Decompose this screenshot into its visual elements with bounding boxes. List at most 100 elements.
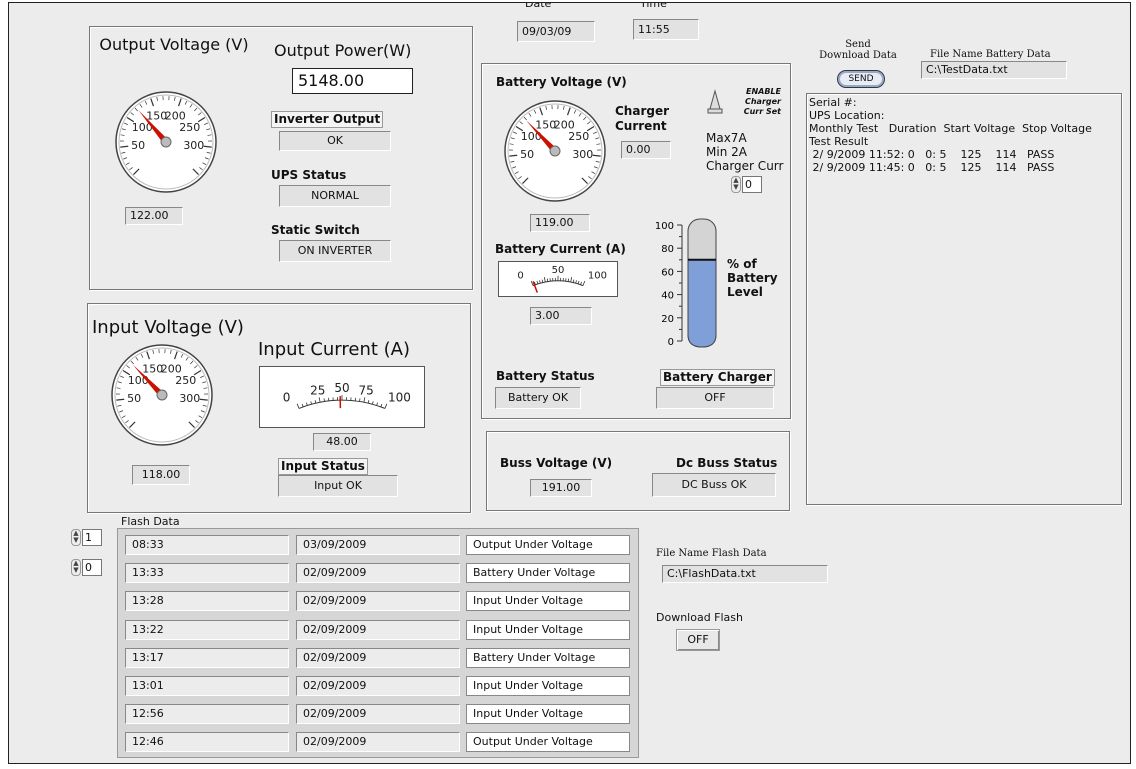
static-switch-label: Static Switch: [271, 223, 360, 237]
flash-time-cell: 12:56: [125, 704, 289, 725]
flash-date-cell: 02/09/2009: [296, 619, 460, 640]
test-log: Serial #: UPS Location: Monthly Test Durat…: [809, 96, 1119, 174]
flash-time-cell: 13:33: [125, 563, 289, 584]
flash-event-cell: Battery Under Voltage: [466, 647, 630, 668]
gauge-tick-label: 100: [128, 374, 149, 387]
gauge-tick-label: 50: [127, 392, 141, 405]
level-tick-label: 20: [661, 314, 674, 325]
input-current-meter: 0 25 50 75 100: [259, 366, 425, 428]
charger-curr-value[interactable]: 0: [742, 176, 762, 193]
flash-event-cell: Input Under Voltage: [466, 704, 630, 725]
flash-date-cell: 02/09/2009: [296, 732, 460, 753]
output-power-value: 5148.00: [292, 68, 413, 94]
charger-min-label: Min 2A: [706, 145, 747, 159]
download-flash-button[interactable]: OFF: [676, 629, 720, 651]
gauge-tick-label: 250: [179, 121, 200, 134]
battery-level-fill: [687, 259, 717, 348]
meter-tick-label: 0: [283, 390, 291, 404]
flash-time-cell: 13:22: [125, 619, 289, 640]
level-tick-label: 0: [668, 337, 674, 348]
gauge-tick-label: 300: [572, 148, 593, 161]
input-current-value: 48.00: [313, 433, 371, 451]
battery-current-meter: 0 50 100: [498, 261, 618, 297]
file-flash-label: File Name Flash Data: [656, 548, 767, 559]
battery-current-title: Battery Current (A): [495, 242, 626, 256]
send-download-label: Send Download Data: [819, 39, 897, 61]
send-button[interactable]: SEND: [837, 70, 885, 88]
battery-level-indicator: 100 80 60 40 20 0: [655, 218, 717, 348]
meter-tick-label: 50: [552, 265, 565, 276]
log-line: UPS Location:: [809, 109, 885, 122]
level-tick-label: 100: [655, 221, 674, 232]
input-status-value: Input OK: [278, 475, 398, 497]
flash-stepper-2-value[interactable]: 0: [82, 559, 102, 576]
inverter-output-value: OK: [279, 131, 391, 151]
input-voltage-gauge: 50100150200250300: [111, 344, 213, 446]
file-battery-label: File Name Battery Data: [930, 49, 1051, 60]
gauge-tick-label: 50: [520, 148, 534, 161]
flash-time-cell: 12:46: [125, 732, 289, 753]
inverter-output-label: Inverter Output: [271, 111, 384, 128]
input-voltage-value: 118.00: [132, 465, 190, 485]
log-line: Serial #:: [809, 96, 857, 109]
dc-buss-status-value: DC Buss OK: [652, 473, 776, 497]
flash-time-cell: 08:33: [125, 535, 289, 555]
stepper-arrows-icon[interactable]: ▲ ▼: [731, 176, 741, 193]
flash-time-cell: 13:17: [125, 647, 289, 668]
flash-stepper-2[interactable]: ▲ ▼ 0: [71, 559, 103, 576]
buss-voltage-label: Buss Voltage (V): [500, 456, 613, 470]
bell-icon[interactable]: [705, 89, 725, 117]
battery-current-value: 3.00: [530, 307, 592, 325]
dc-buss-status-label: Dc Buss Status: [676, 456, 778, 470]
flash-event-cell: Output Under Voltage: [466, 732, 630, 753]
output-voltage-value: 122.00: [125, 207, 183, 225]
flash-date-cell: 02/09/2009: [296, 704, 460, 725]
flash-event-cell: Input Under Voltage: [466, 619, 630, 640]
main-window: Output Voltage (V) 50 100 150 200 250 300 122…: [8, 2, 1131, 764]
file-battery-input[interactable]: C:\TestData.txt: [921, 61, 1067, 79]
time-value: 11:55: [633, 19, 699, 40]
battery-voltage-title: Battery Voltage (V): [496, 75, 627, 89]
file-flash-input[interactable]: C:\FlashData.txt: [662, 565, 828, 583]
battery-status-label: Battery Status: [496, 369, 595, 383]
flash-time-cell: 13:01: [125, 676, 289, 696]
charger-curr-stepper[interactable]: ▲ ▼ 0: [731, 176, 763, 193]
flash-date-cell: 02/09/2009: [296, 591, 460, 612]
time-label: Time: [640, 2, 667, 10]
flash-stepper-1[interactable]: ▲ ▼ 1: [71, 529, 103, 546]
battery-status-value: Battery OK: [495, 387, 581, 409]
charger-current-label: Charger Current: [615, 104, 670, 133]
log-line: 2/ 9/2009 11:45: 0 0: 5 125 114 PASS: [809, 161, 1055, 174]
battery-voltage-gauge: 50100150200250300: [504, 100, 606, 202]
flash-time-cell: 13:28: [125, 591, 289, 612]
output-voltage-gauge: 50100150200250300: [115, 91, 217, 193]
flash-date-cell: 03/09/2009: [296, 535, 460, 555]
level-tick-label: 80: [661, 244, 674, 255]
stepper-arrows-icon[interactable]: ▲ ▼: [71, 529, 81, 546]
gauge-tick-label: 250: [568, 130, 589, 143]
battery-voltage-value: 119.00: [530, 214, 590, 232]
flash-event-cell: Input Under Voltage: [466, 591, 630, 612]
output-voltage-title: Output Voltage (V): [99, 35, 249, 54]
battery-charger-label: Battery Charger: [660, 369, 775, 386]
stepper-arrows-icon[interactable]: ▲ ▼: [71, 559, 81, 576]
log-line: Monthly Test Duration Start Voltage Stop…: [809, 122, 1092, 135]
flash-event-cell: Input Under Voltage: [466, 676, 630, 696]
battery-level-label: % of Battery Level: [727, 257, 778, 299]
input-current-title: Input Current (A): [258, 339, 411, 360]
enable-charger-label: ENABLE Charger Curr Set: [743, 87, 781, 116]
gauge-tick-label: 300: [179, 392, 200, 405]
meter-tick-label: 75: [359, 383, 374, 397]
battery-charger-value: OFF: [656, 387, 774, 409]
buss-panel: [486, 431, 790, 511]
ups-status-value: NORMAL: [279, 185, 391, 207]
input-voltage-title: Input Voltage (V): [92, 317, 244, 338]
charger-current-value: 0.00: [621, 141, 671, 159]
flash-date-cell: 02/09/2009: [296, 647, 460, 668]
date-label: Date: [525, 2, 552, 10]
flash-stepper-1-value[interactable]: 1: [82, 529, 102, 546]
static-switch-value: ON INVERTER: [279, 240, 391, 262]
level-tick-label: 60: [661, 267, 674, 278]
flash-event-cell: Battery Under Voltage: [466, 563, 630, 584]
flash-data-label: Flash Data: [121, 515, 180, 528]
